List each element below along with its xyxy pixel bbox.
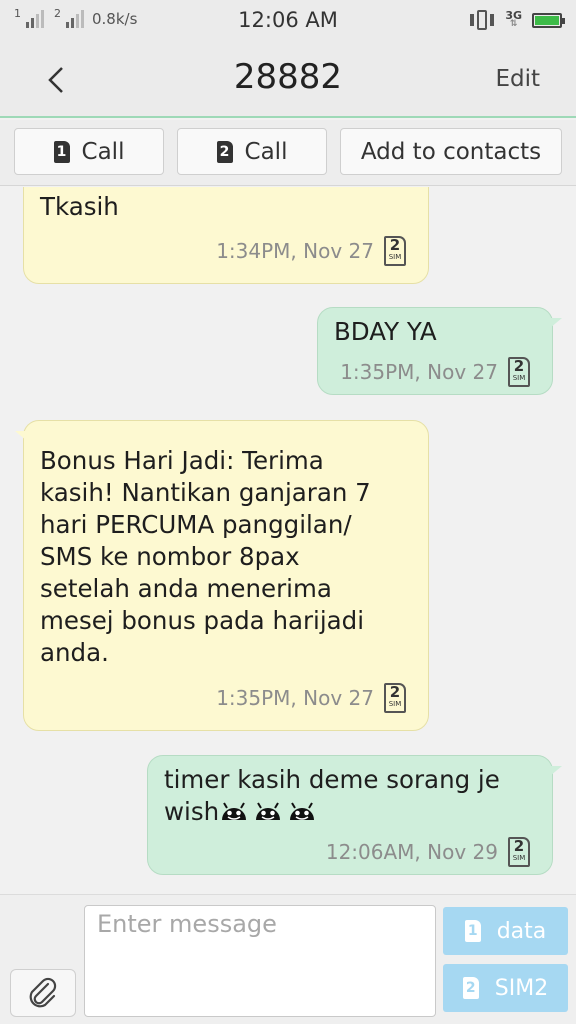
compose-bar: 1 data 2 SIM2: [0, 894, 576, 1024]
sim1-icon: 1: [53, 140, 70, 163]
message-input[interactable]: [84, 905, 436, 1017]
sim1-icon: 1: [464, 920, 481, 942]
add-to-contacts-label: Add to contacts: [360, 138, 542, 165]
emoji-row: [219, 797, 321, 826]
add-to-contacts-button[interactable]: Add to contacts: [340, 128, 562, 175]
edit-button[interactable]: Edit: [495, 66, 540, 92]
sim-card-icon: 2 SIM: [508, 357, 530, 387]
sim-card-icon: 2 SIM: [384, 683, 406, 713]
message-text-line: wish: [164, 796, 500, 828]
send-sim2-label: SIM2: [494, 975, 549, 1001]
message-timestamp: 1:35PM, Nov 27: [216, 686, 374, 710]
vibrate-icon: [469, 9, 495, 31]
message-list[interactable]: Tkasih 1:34PM, Nov 27 2 SIM BDAY YA 1:35…: [0, 187, 576, 894]
bubble-tail: [550, 766, 562, 776]
message-bubble-outgoing[interactable]: timer kasih deme sorang je wish 12:06AM,…: [147, 755, 562, 875]
send-data-button[interactable]: 1 data: [443, 907, 568, 955]
android-emoji-icon: [256, 802, 281, 820]
call-sim1-button[interactable]: 1 Call: [14, 128, 164, 175]
send-data-label: data: [496, 918, 547, 944]
message-bubble-incoming[interactable]: Tkasih 1:34PM, Nov 27 2 SIM: [23, 187, 429, 284]
message-text: timer kasih deme sorang je wish: [164, 764, 500, 828]
sim2-icon: 2: [216, 140, 233, 163]
call-sim2-button[interactable]: 2 Call: [177, 128, 327, 175]
message-text-word: wish: [164, 797, 220, 826]
message-text-line: timer kasih deme sorang je: [164, 765, 500, 794]
attach-button[interactable]: [10, 969, 76, 1017]
message-timestamp: 1:35PM, Nov 27: [340, 360, 498, 384]
conversation-header: 28882 Edit: [0, 42, 576, 118]
paperclip-icon: [29, 977, 57, 1008]
sim-card-icon: 2 SIM: [384, 236, 406, 266]
message-meta: 1:35PM, Nov 27 2 SIM: [216, 682, 406, 714]
message-bubble-outgoing[interactable]: BDAY YA 1:35PM, Nov 27 2 SIM: [317, 307, 562, 395]
page-title: 28882: [233, 57, 343, 97]
call-label: Call: [81, 138, 125, 165]
message-timestamp: 12:06AM, Nov 29: [325, 840, 498, 864]
sim-label: SIM: [512, 374, 526, 382]
network-type-icon: 3G ⇅: [505, 10, 522, 29]
sim-label: SIM: [388, 700, 402, 708]
bubble-tail: [550, 318, 562, 328]
message-meta: 12:06AM, Nov 29 2 SIM: [326, 836, 530, 868]
action-bar: 1 Call 2 Call Add to contacts: [0, 120, 576, 186]
sim-number: 2: [389, 683, 401, 701]
status-bar: 1 2 0.8k/s 12:06 AM 3G ⇅: [0, 0, 576, 42]
battery-icon: [532, 12, 565, 28]
sim-label: SIM: [388, 253, 402, 261]
sim-number: 2: [513, 837, 525, 855]
bubble-tail: [15, 431, 27, 441]
message-text: Bonus Hari Jadi: Terima kasih! Nantikan …: [40, 446, 371, 667]
message-text: BDAY YA: [334, 317, 437, 346]
message-bubble-incoming[interactable]: Bonus Hari Jadi: Terima kasih! Nantikan …: [15, 420, 429, 731]
status-right: 3G ⇅: [469, 9, 565, 31]
android-emoji-icon: [222, 802, 247, 820]
message-meta: 1:35PM, Nov 27 2 SIM: [340, 356, 530, 388]
sim2-icon: 2: [462, 977, 479, 999]
sim-number: 2: [389, 236, 401, 254]
call-label: Call: [244, 138, 288, 165]
sim-number: 2: [513, 357, 525, 375]
android-emoji-icon: [290, 802, 315, 820]
message-timestamp: 1:34PM, Nov 27: [216, 239, 374, 263]
message-meta: 1:34PM, Nov 27 2 SIM: [216, 235, 406, 267]
send-sim2-button[interactable]: 2 SIM2: [443, 964, 568, 1012]
sim-card-icon: 2 SIM: [508, 837, 530, 867]
sim-label: SIM: [512, 854, 526, 862]
message-text: Tkasih: [40, 192, 119, 221]
